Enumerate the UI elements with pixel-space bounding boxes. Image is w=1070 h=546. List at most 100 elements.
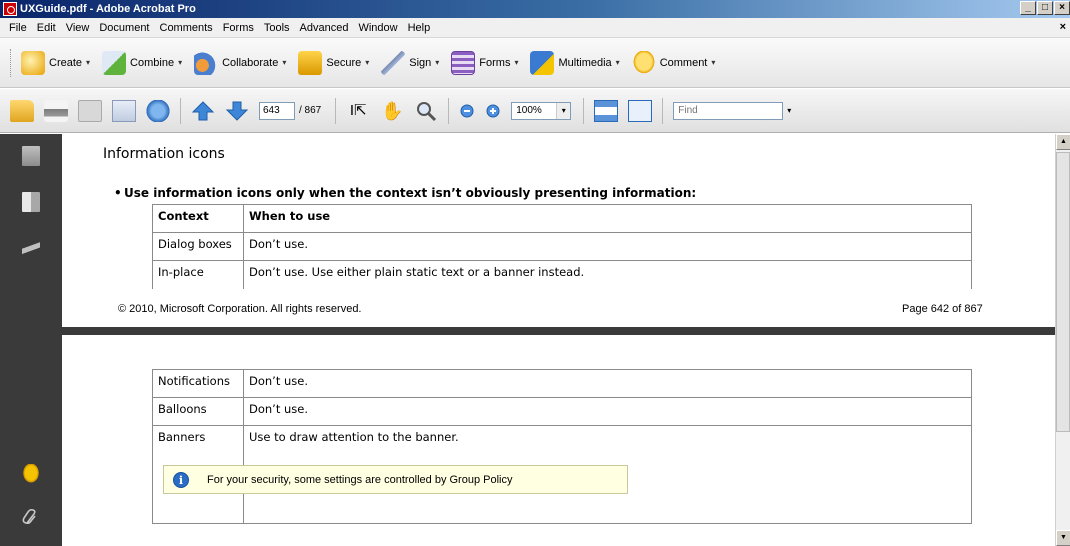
task-toolbar: Create ▾ Combine ▾ Collaborate ▾ Secure ▾ Si… xyxy=(0,38,1070,88)
menu-file[interactable]: File xyxy=(4,22,32,34)
minimize-button[interactable]: _ xyxy=(1020,1,1036,15)
table-cell: Don’t use. xyxy=(243,369,972,398)
vertical-scrollbar[interactable]: ▲ ▼ xyxy=(1055,134,1070,546)
combine-button[interactable]: Combine ▾ xyxy=(102,50,182,75)
pdf-page: Information icons Use information icons … xyxy=(62,134,1055,327)
zoom-out-icon[interactable] xyxy=(459,100,475,122)
print-icon[interactable] xyxy=(44,99,68,122)
secure-button[interactable]: Secure ▾ xyxy=(298,50,369,75)
window-title: UXGuide.pdf - Adobe Acrobat Pro xyxy=(20,3,196,15)
chevron-down-icon[interactable]: ▾ xyxy=(556,102,571,119)
forms-button[interactable]: Forms ▾ xyxy=(451,50,518,75)
zoom-level-select[interactable]: 100% ▾ xyxy=(511,101,572,120)
table-header-cell: Context xyxy=(152,204,244,233)
context-table-continued: Notifications Don’t use. Balloons Don’t … xyxy=(152,369,972,524)
table-row: Balloons Don’t use. xyxy=(152,397,972,426)
page-thumbnails-icon[interactable] xyxy=(22,146,40,166)
zoom-tool-icon[interactable] xyxy=(414,100,438,122)
find-options-icon[interactable]: ▾ xyxy=(787,106,791,115)
menu-advanced[interactable]: Advanced xyxy=(295,22,354,34)
scrolling-mode-icon[interactable] xyxy=(594,99,619,122)
scroll-up-button[interactable]: ▲ xyxy=(1056,134,1070,150)
acrobat-icon xyxy=(3,2,17,16)
table-cell: Notifications xyxy=(152,369,244,398)
collaborate-icon xyxy=(194,50,219,75)
navigation-toolbar: / 867 I⇱ ✋ 100% ▾ ▾ xyxy=(0,89,1070,133)
fit-page-icon[interactable] xyxy=(628,99,653,122)
signatures-icon[interactable] xyxy=(22,238,40,258)
menu-window[interactable]: Window xyxy=(353,22,402,34)
pdf-page: Notifications Don’t use. Balloons Don’t … xyxy=(62,335,1055,546)
table-header-row: Context When to use xyxy=(152,204,972,233)
info-banner: i For your security, some settings are c… xyxy=(163,465,628,494)
bullet-text: Use information icons only when the cont… xyxy=(114,186,696,200)
table-cell: Don’t use. xyxy=(243,397,972,426)
table-header-cell: When to use xyxy=(243,204,972,233)
multimedia-button[interactable]: Multimedia ▾ xyxy=(530,50,620,75)
table-cell: Don’t use. Use either plain static text … xyxy=(243,260,972,289)
menu-document[interactable]: Document xyxy=(94,22,154,34)
comments-panel-icon[interactable] xyxy=(22,464,40,484)
close-button[interactable]: × xyxy=(1054,1,1070,15)
context-table: Context When to use Dialog boxes Don’t u… xyxy=(152,204,972,289)
navigation-panel xyxy=(0,134,60,546)
bookmarks-icon[interactable] xyxy=(22,192,40,212)
maximize-button[interactable]: □ xyxy=(1037,1,1053,15)
page-number-input[interactable] xyxy=(259,101,295,120)
table-row: Notifications Don’t use. xyxy=(152,369,972,398)
menu-tools[interactable]: Tools xyxy=(259,22,295,34)
info-icon: i xyxy=(173,471,189,488)
title-bar: UXGuide.pdf - Adobe Acrobat Pro _ □ × xyxy=(0,0,1070,18)
combine-icon xyxy=(102,50,127,75)
menu-forms[interactable]: Forms xyxy=(218,22,259,34)
form-icon xyxy=(451,50,476,75)
section-title: Information icons xyxy=(103,146,225,162)
pen-icon xyxy=(381,50,406,75)
comment-icon xyxy=(631,50,656,75)
table-row: In-place Don’t use. Use either plain sta… xyxy=(152,260,972,289)
menu-bar: File Edit View Document Comments Forms T… xyxy=(0,18,1070,38)
document-close-button[interactable]: × xyxy=(1060,21,1066,33)
document-area[interactable]: Information icons Use information icons … xyxy=(60,134,1055,546)
multimedia-icon xyxy=(530,50,555,75)
sign-button[interactable]: Sign ▾ xyxy=(381,50,439,75)
create-icon xyxy=(21,50,45,75)
toolbar-grip[interactable] xyxy=(10,48,13,77)
hand-tool-icon[interactable]: ✋ xyxy=(380,100,404,122)
toolbar-separator xyxy=(335,97,337,124)
scroll-thumb[interactable] xyxy=(1056,152,1070,432)
table-cell: Don’t use. xyxy=(243,232,972,261)
toolbar-separator xyxy=(180,97,181,124)
next-page-icon[interactable] xyxy=(225,100,249,122)
menu-help[interactable]: Help xyxy=(403,22,436,34)
save-icon[interactable] xyxy=(78,99,102,122)
table-cell: In-place xyxy=(152,260,244,289)
page-total: / 867 xyxy=(299,105,322,116)
info-banner-text: For your security, some settings are con… xyxy=(207,473,513,486)
find-input[interactable] xyxy=(673,101,784,120)
table-cell: Balloons xyxy=(152,397,244,426)
open-folder-icon[interactable] xyxy=(10,99,34,122)
toolbar-separator xyxy=(583,97,585,124)
page-footer-number: Page 642 of 867 xyxy=(902,303,983,315)
lock-icon xyxy=(298,50,323,75)
toolbar-separator xyxy=(448,97,450,124)
table-cell: Dialog boxes xyxy=(152,232,244,261)
toolbar-separator xyxy=(662,97,664,124)
share-icon[interactable] xyxy=(146,99,170,122)
menu-edit[interactable]: Edit xyxy=(32,22,61,34)
menu-view[interactable]: View xyxy=(61,22,95,34)
collaborate-button[interactable]: Collaborate ▾ xyxy=(194,50,286,75)
comment-button[interactable]: Comment ▾ xyxy=(631,50,715,75)
email-icon[interactable] xyxy=(112,99,136,122)
zoom-in-icon[interactable] xyxy=(485,100,501,122)
menu-comments[interactable]: Comments xyxy=(155,22,218,34)
attachments-icon[interactable] xyxy=(22,508,40,528)
table-row: Dialog boxes Don’t use. xyxy=(152,232,972,261)
create-button[interactable]: Create ▾ xyxy=(21,50,90,75)
zoom-level-value: 100% xyxy=(516,105,542,116)
select-text-cursor-icon[interactable]: I⇱ xyxy=(346,100,370,122)
scroll-down-button[interactable]: ▼ xyxy=(1056,530,1070,546)
window-controls: _ □ × xyxy=(1020,1,1070,15)
previous-page-icon[interactable] xyxy=(191,100,215,122)
